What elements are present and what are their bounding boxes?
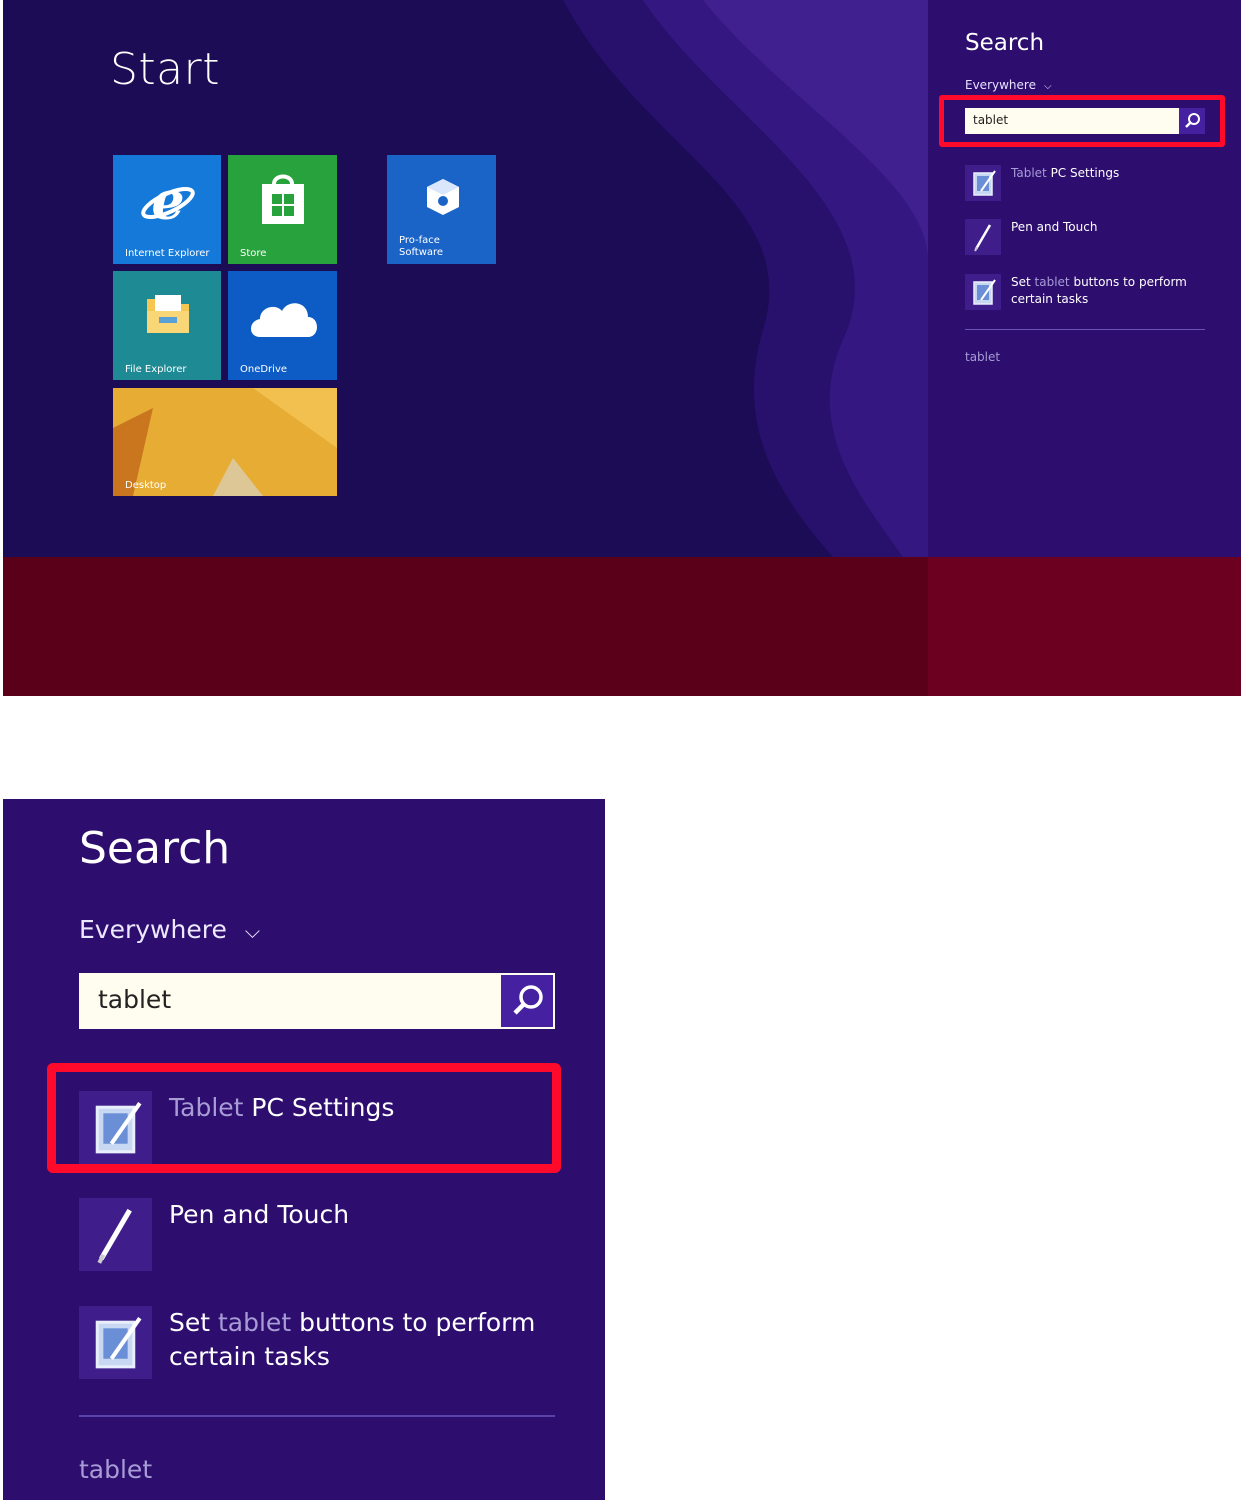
search-input[interactable]: tablet (79, 973, 555, 1029)
result-text-part: Pen and Touch (1011, 220, 1098, 234)
search-scope-dropdown[interactable]: Everywhere ⌵ (79, 915, 260, 944)
search-suggestion[interactable]: tablet (79, 1455, 152, 1484)
store-icon (262, 174, 304, 224)
folder-icon (147, 295, 189, 333)
search-scope-label: Everywhere (79, 915, 227, 944)
tablet-buttons-icon (79, 1306, 152, 1379)
tile-label: Store (240, 248, 267, 259)
tablet-pc-settings-icon (965, 165, 1001, 201)
start-screen: Start e Internet Explorer Store Pro-face… (3, 0, 1241, 696)
search-box-highlight (939, 95, 1225, 147)
search-scope-dropdown[interactable]: Everywhere ⌵ (965, 78, 1052, 92)
proface-icon (427, 179, 459, 215)
zoomed-search-panel: Search Everywhere ⌵ tablet Tablet PC Sett… (3, 799, 605, 1500)
results-divider (965, 329, 1205, 330)
search-result-label: Tablet PC Settings (1011, 165, 1231, 182)
tile-label: Pro-face Software (399, 235, 444, 258)
search-suggestion[interactable]: tablet (965, 350, 1000, 364)
chevron-down-icon: ⌵ (244, 919, 260, 943)
result-text-part: Set (169, 1308, 218, 1337)
result-highlight (47, 1063, 561, 1173)
result-text-part: tablet (218, 1308, 292, 1337)
search-charm-title: Search (965, 30, 1045, 56)
search-charm-panel: Search Everywhere ⌵ tablet Tablet PC Set… (928, 0, 1241, 557)
cloud-icon (251, 303, 317, 337)
search-result-set-tablet-buttons[interactable]: Set tablet buttons to perform certain ta… (79, 1306, 579, 1380)
search-icon (513, 985, 543, 1015)
search-result-pen-and-touch[interactable]: Pen and Touch (965, 219, 1235, 257)
search-scope-label: Everywhere (965, 78, 1036, 92)
search-result-label: Pen and Touch (169, 1198, 569, 1232)
start-title: Start (110, 44, 220, 95)
tile-label: File Explorer (125, 364, 187, 375)
chevron-down-icon: ⌵ (1043, 81, 1052, 92)
tile-internet-explorer[interactable]: e Internet Explorer (113, 155, 221, 264)
results-divider (79, 1415, 555, 1417)
search-title: Search (79, 823, 231, 874)
search-result-set-tablet-buttons[interactable]: Set tablet buttons to perform certain ta… (965, 274, 1235, 312)
tile-file-explorer[interactable]: File Explorer (113, 271, 221, 380)
tile-label: OneDrive (240, 364, 288, 375)
tile-label: Internet Explorer (125, 248, 210, 259)
search-button[interactable] (501, 975, 553, 1027)
tile-proface-software[interactable]: Pro-face Software (387, 155, 496, 264)
search-result-pen-and-touch[interactable]: Pen and Touch (79, 1198, 579, 1272)
internet-explorer-icon: e (141, 173, 195, 229)
tablet-buttons-icon (965, 274, 1001, 310)
result-text-part: Pen and Touch (169, 1200, 350, 1229)
tile-desktop[interactable]: Desktop (113, 388, 337, 496)
search-input-value: tablet (98, 985, 172, 1014)
result-text-part: PC Settings (1046, 166, 1120, 180)
tile-store[interactable]: Store (228, 155, 337, 264)
search-result-label: Set tablet buttons to perform certain ta… (169, 1306, 569, 1374)
lower-wallpaper-strip-right (928, 557, 1241, 696)
search-result-label: Pen and Touch (1011, 219, 1231, 236)
result-text-part: tablet (1034, 275, 1070, 289)
result-text-part: Tablet (1011, 166, 1047, 180)
result-text-part: Set (1011, 275, 1035, 289)
tile-onedrive[interactable]: OneDrive (228, 271, 337, 380)
pen-icon (79, 1198, 152, 1271)
lower-wallpaper-strip (3, 557, 1241, 696)
search-result-label: Set tablet buttons to perform certain ta… (1011, 274, 1231, 308)
tile-label: Desktop (125, 480, 167, 491)
search-result-tablet-pc-settings[interactable]: Tablet PC Settings (965, 165, 1235, 203)
pen-icon (965, 219, 1001, 255)
